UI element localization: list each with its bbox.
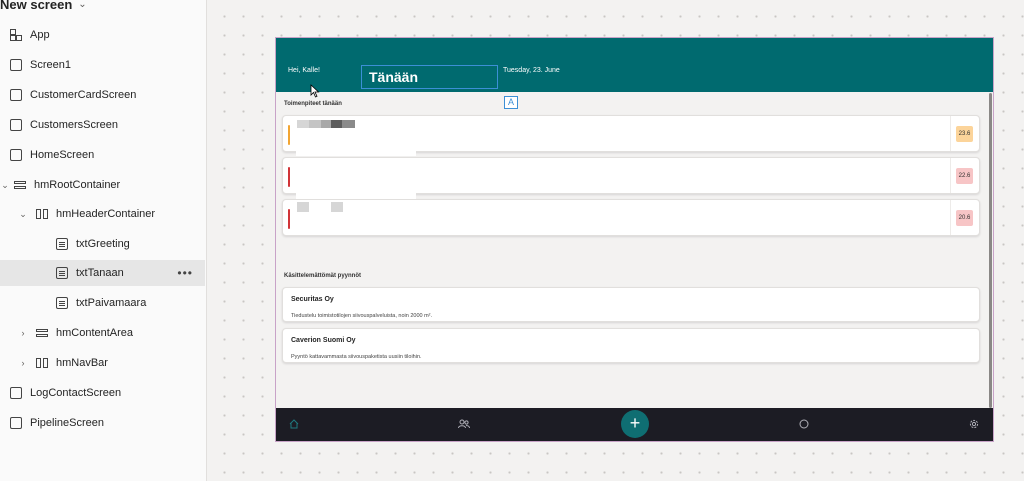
- requests-section-title: Käsittelemättömät pyynnöt: [284, 273, 362, 279]
- text-control-badge[interactable]: A: [504, 96, 518, 109]
- tree-item-label: hmRootContainer: [34, 179, 121, 191]
- task-card[interactable]: 20.6: [282, 199, 980, 236]
- tree-item-label: txtTanaan: [76, 267, 124, 279]
- card-divider: [950, 158, 951, 193]
- task-date-badge: 23.6: [956, 126, 973, 142]
- label-icon: [56, 267, 68, 279]
- chevron-right-icon[interactable]: ›: [18, 358, 28, 368]
- tree-item-hm-nav-bar[interactable]: › hmNavBar: [0, 350, 205, 376]
- tree-item-app[interactable]: App: [0, 22, 205, 48]
- hm-header-container[interactable]: Hei, Kalle! Tänään Tuesday, 23. June: [276, 38, 993, 92]
- content-scrollbar[interactable]: [989, 93, 992, 408]
- screen-icon: [10, 89, 22, 101]
- screen-icon: [10, 119, 22, 131]
- task-date-badge: 22.6: [956, 168, 973, 184]
- tree-item-hm-root-container[interactable]: ⌄ hmRootContainer: [0, 172, 205, 198]
- tree-item-hm-header-container[interactable]: ⌄ hmHeaderContainer: [0, 201, 205, 227]
- tree-item-label: CustomersScreen: [30, 119, 119, 131]
- circle-icon[interactable]: [798, 419, 810, 431]
- horizontal-container-icon: [36, 208, 48, 220]
- hm-nav-bar[interactable]: +: [276, 408, 993, 441]
- tree-item-txt-paivamaara[interactable]: txtPaivamaara: [0, 290, 205, 316]
- priority-bar: [288, 167, 290, 187]
- tree-item-txt-greeting[interactable]: txtGreeting: [0, 231, 205, 257]
- task-date-badge: 20.6: [956, 210, 973, 226]
- screen-icon: [10, 417, 22, 429]
- tree-item-label: App: [30, 29, 50, 41]
- tree-item-hm-content-area[interactable]: › hmContentArea: [0, 320, 205, 346]
- chevron-down-icon[interactable]: ⌄: [0, 180, 10, 191]
- priority-bar: [288, 125, 290, 145]
- tree-item-label: CustomerCardScreen: [30, 89, 137, 101]
- txt-greeting[interactable]: Hei, Kalle!: [288, 67, 320, 74]
- screen-icon: [10, 59, 22, 71]
- tree-item-label: Screen1: [30, 59, 71, 71]
- priority-bar: [288, 209, 290, 229]
- tasks-section-title: Toimenpiteet tänään: [284, 101, 342, 107]
- settings-icon[interactable]: [968, 419, 980, 431]
- tree-item-log-contact-screen[interactable]: LogContactScreen: [0, 380, 205, 406]
- tree-view-panel: New screen ⌄ App Screen1 CustomerCardScr…: [0, 0, 207, 481]
- tree-item-label: txtPaivamaara: [76, 297, 147, 309]
- request-description: Tiedustelu toimistotilojen siivouspalvel…: [291, 313, 433, 319]
- home-icon[interactable]: [288, 419, 300, 431]
- app-icon: [10, 29, 22, 41]
- screen-icon: [10, 149, 22, 161]
- txt-tanaan[interactable]: Tänään: [369, 69, 418, 85]
- card-divider: [950, 116, 951, 151]
- chevron-right-icon[interactable]: ›: [18, 328, 28, 338]
- tree-item-label: hmHeaderContainer: [56, 208, 156, 220]
- request-description: Pyyntö kattavammasta siivouspaketista uu…: [291, 354, 422, 360]
- request-company: Securitas Oy: [291, 296, 334, 303]
- card-divider: [950, 200, 951, 235]
- tree-item-label: HomeScreen: [30, 149, 95, 161]
- label-icon: [56, 297, 68, 309]
- vertical-container-icon: [14, 179, 26, 191]
- people-icon[interactable]: [458, 419, 470, 431]
- request-company: Caverion Suomi Oy: [291, 337, 356, 344]
- tree-item-customer-card-screen[interactable]: CustomerCardScreen: [0, 82, 205, 108]
- tree-item-customers-screen[interactable]: CustomersScreen: [0, 112, 205, 138]
- request-card[interactable]: Caverion Suomi Oy Pyyntö kattavammasta s…: [282, 328, 980, 363]
- tree-item-screen1[interactable]: Screen1: [0, 52, 205, 78]
- tree-item-label: hmContentArea: [56, 327, 134, 339]
- vertical-container-icon: [36, 327, 48, 339]
- txt-tanaan-selection[interactable]: Tänään: [361, 65, 498, 89]
- request-card[interactable]: Securitas Oy Tiedustelu toimistotilojen …: [282, 287, 980, 322]
- tree-item-pipeline-screen[interactable]: PipelineScreen: [0, 410, 205, 436]
- add-button[interactable]: +: [621, 410, 649, 438]
- screen-icon: [10, 387, 22, 399]
- horizontal-container-icon: [36, 357, 48, 369]
- app-screen-preview[interactable]: Hei, Kalle! Tänään Tuesday, 23. June A T…: [275, 37, 994, 442]
- chevron-down-icon: ⌄: [78, 0, 87, 10]
- chevron-down-icon[interactable]: ⌄: [18, 209, 28, 220]
- tree-item-label: txtGreeting: [76, 238, 130, 250]
- tree-item-label: hmNavBar: [56, 357, 108, 369]
- screen-selector[interactable]: New screen ⌄: [0, 0, 87, 14]
- label-icon: [56, 238, 68, 250]
- tree-item-label: LogContactScreen: [30, 387, 122, 399]
- tree-item-label: PipelineScreen: [30, 417, 104, 429]
- screen-title: New screen: [0, 0, 73, 12]
- tree-item-home-screen[interactable]: HomeScreen: [0, 142, 205, 168]
- mouse-cursor-icon: [310, 84, 320, 98]
- tree-item-txt-tanaan[interactable]: txtTanaan •••: [0, 260, 205, 286]
- more-options-icon[interactable]: •••: [177, 266, 193, 280]
- txt-paivamaara[interactable]: Tuesday, 23. June: [503, 67, 560, 74]
